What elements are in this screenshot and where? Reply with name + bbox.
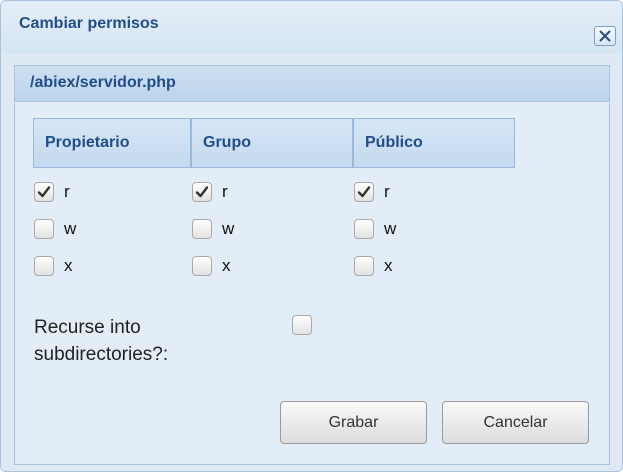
change-permissions-dialog: Cambiar permisos /abiex/servidor.php Pro…: [0, 0, 623, 472]
dialog-title: Cambiar permisos: [19, 15, 159, 32]
checkmark-icon: [37, 186, 51, 198]
checkmark-icon: [195, 186, 209, 198]
close-button[interactable]: [594, 26, 616, 46]
file-path: /abiex/servidor.php: [30, 74, 176, 91]
checkbox-owner-x[interactable]: [34, 256, 54, 276]
column-header-group: Grupo: [191, 118, 353, 168]
checkbox-group-x[interactable]: [192, 256, 212, 276]
permission-label-group-x: x: [222, 256, 231, 275]
permission-label-owner-x: x: [64, 256, 73, 275]
dialog-titlebar[interactable]: Cambiar permisos: [1, 1, 622, 53]
checkbox-public-w[interactable]: [354, 219, 374, 239]
checkbox-group-w[interactable]: [192, 219, 212, 239]
permission-label-public-w: w: [384, 219, 397, 238]
checkbox-group-r[interactable]: [192, 182, 212, 202]
file-path-header: /abiex/servidor.php: [15, 66, 609, 102]
recurse-checkbox[interactable]: [292, 315, 312, 335]
permissions-panel: /abiex/servidor.php Propietario Grupo Pú…: [14, 65, 610, 465]
checkbox-owner-r[interactable]: [34, 182, 54, 202]
column-header-owner: Propietario: [33, 118, 191, 168]
save-button[interactable]: Grabar: [280, 401, 427, 444]
checkbox-public-r[interactable]: [354, 182, 374, 202]
permission-label-owner-r: r: [64, 182, 70, 201]
checkbox-public-x[interactable]: [354, 256, 374, 276]
permission-label-owner-w: w: [64, 219, 77, 238]
cancel-button[interactable]: Cancelar: [442, 401, 589, 444]
checkbox-owner-w[interactable]: [34, 219, 54, 239]
recurse-label: Recurse into subdirectories?:: [34, 317, 169, 365]
permission-label-group-w: w: [222, 219, 235, 238]
column-header-public: Público: [353, 118, 515, 168]
permission-label-public-x: x: [384, 256, 393, 275]
checkmark-icon: [357, 186, 371, 198]
permission-label-group-r: r: [222, 182, 228, 201]
permission-label-public-r: r: [384, 182, 390, 201]
close-icon: [599, 30, 611, 42]
